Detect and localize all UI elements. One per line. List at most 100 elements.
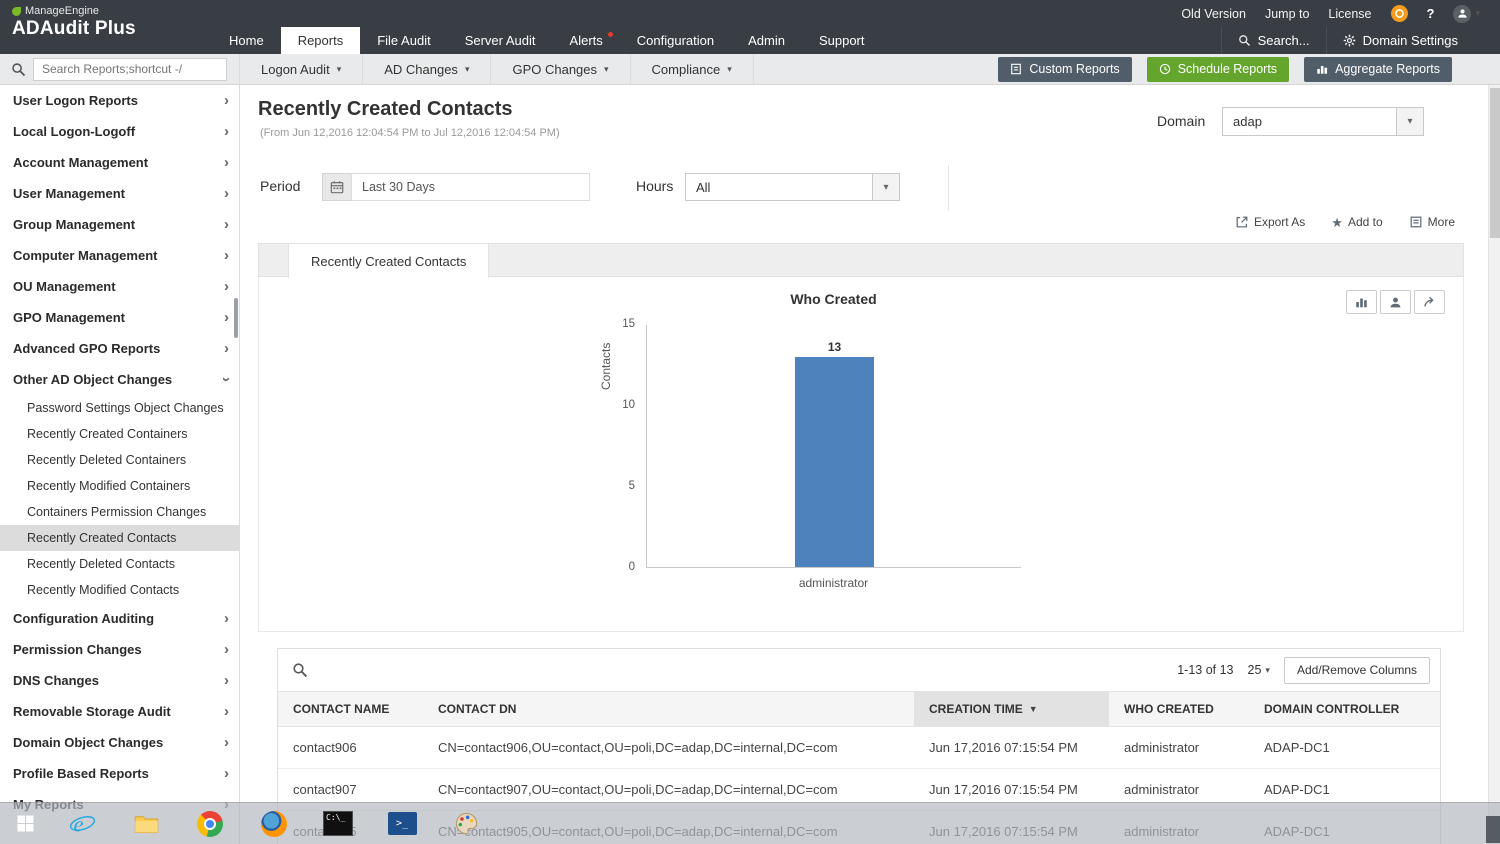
sidebar-subitem-recently-modified-contacts[interactable]: Recently Modified Contacts xyxy=(0,577,239,603)
sidebar-item-user-logon-reports[interactable]: User Logon Reports › xyxy=(0,85,239,116)
nav-reports[interactable]: Reports xyxy=(280,27,361,54)
sidebar-item-permission-changes[interactable]: Permission Changes › xyxy=(0,634,239,665)
sidebar-item-dns-changes[interactable]: DNS Changes › xyxy=(0,665,239,696)
sidebar-subitem-password-settings-object-changes[interactable]: Password Settings Object Changes xyxy=(0,395,239,421)
tab-recently-created-contacts[interactable]: Recently Created Contacts xyxy=(288,243,490,278)
chrome-icon[interactable] xyxy=(178,803,242,844)
menu-ad-changes[interactable]: AD Changes ▾ xyxy=(363,54,492,84)
old-version-link[interactable]: Old Version xyxy=(1181,7,1246,21)
main-nav: Home Reports File Audit Server Audit Ale… xyxy=(212,27,882,54)
sidebar-subitem-containers-permission-changes[interactable]: Containers Permission Changes xyxy=(0,499,239,525)
nav-support[interactable]: Support xyxy=(802,27,882,54)
sidebar-item-removable-storage-audit[interactable]: Removable Storage Audit › xyxy=(0,696,239,727)
menu-gpo-changes[interactable]: GPO Changes ▾ xyxy=(491,54,631,84)
sidebar-scrollbar-thumb[interactable] xyxy=(234,298,238,338)
sidebar-item-computer-management[interactable]: Computer Management › xyxy=(0,240,239,271)
sidebar-subgroup-other-ad-object-changes: Password Settings Object Changes Recentl… xyxy=(0,395,239,603)
page-size-select[interactable]: 25 ▾ xyxy=(1248,663,1270,677)
col-header-contact-dn[interactable]: CONTACT DN xyxy=(423,692,914,726)
sidebar-item-local-logon-logoff[interactable]: Local Logon-Logoff › xyxy=(0,116,239,147)
sidebar-item-domain-object-changes[interactable]: Domain Object Changes › xyxy=(0,727,239,758)
chart-export-button[interactable] xyxy=(1414,290,1445,314)
table-row[interactable]: contact906 CN=contact906,OU=contact,OU=p… xyxy=(278,727,1440,769)
nav-file-audit[interactable]: File Audit xyxy=(360,27,447,54)
sidebar-item-advanced-gpo-reports[interactable]: Advanced GPO Reports › xyxy=(0,333,239,364)
license-link[interactable]: License xyxy=(1328,7,1371,21)
x-category-label: administrator xyxy=(798,576,869,590)
chevron-right-icon: › xyxy=(224,340,229,357)
nav-admin[interactable]: Admin xyxy=(731,27,802,54)
jump-to-link[interactable]: Jump to xyxy=(1265,7,1309,21)
support-icon[interactable] xyxy=(1390,5,1408,22)
sidebar-item-account-management[interactable]: Account Management › xyxy=(0,147,239,178)
hours-select[interactable]: All ▾ xyxy=(685,173,900,201)
command-prompt-icon[interactable]: C:\_ xyxy=(306,803,370,844)
table-toolbar: 1-13 of 13 25 ▾ Add/Remove Columns xyxy=(278,649,1440,691)
chart-type-button[interactable] xyxy=(1346,290,1377,314)
col-header-domain-controller[interactable]: DOMAIN CONTROLLER xyxy=(1249,692,1440,726)
nav-server-audit[interactable]: Server Audit xyxy=(448,27,553,54)
export-as-button[interactable]: Export As xyxy=(1235,215,1305,229)
chart-user-filter-button[interactable] xyxy=(1380,290,1411,314)
page-scrollbar-thumb[interactable] xyxy=(1490,88,1500,238)
sidebar-subitem-recently-created-containers[interactable]: Recently Created Containers xyxy=(0,421,239,447)
sidebar-item-gpo-management[interactable]: GPO Management › xyxy=(0,302,239,333)
add-to-button[interactable]: ★ Add to xyxy=(1331,215,1382,229)
file-explorer-icon[interactable] xyxy=(114,803,178,844)
help-icon[interactable]: ? xyxy=(1427,6,1435,21)
col-header-who-created[interactable]: WHO CREATED xyxy=(1109,692,1249,726)
chevron-right-icon: › xyxy=(224,216,229,233)
cell-domain-controller: ADAP-DC1 xyxy=(1264,740,1330,755)
col-header-contact-name[interactable]: CONTACT NAME xyxy=(278,692,423,726)
sidebar-item-user-management[interactable]: User Management › xyxy=(0,178,239,209)
powershell-icon[interactable]: >_ xyxy=(370,803,434,844)
add-remove-columns-button[interactable]: Add/Remove Columns xyxy=(1283,656,1430,684)
sidebar-subitem-recently-modified-containers[interactable]: Recently Modified Containers xyxy=(0,473,239,499)
table-search-icon[interactable] xyxy=(292,662,308,678)
report-action-buttons: Custom Reports Schedule Reports Aggregat… xyxy=(998,56,1452,82)
calendar-button[interactable] xyxy=(322,173,352,201)
menu-compliance[interactable]: Compliance ▾ xyxy=(631,54,754,84)
col-header-creation-time[interactable]: CREATION TIME ▼ xyxy=(914,692,1109,726)
chevron-down-icon: ▾ xyxy=(727,63,732,74)
sidebar-subitem-recently-deleted-contacts[interactable]: Recently Deleted Contacts xyxy=(0,551,239,577)
report-page-icon xyxy=(1011,63,1022,75)
chevron-right-icon: › xyxy=(224,610,229,627)
custom-reports-button[interactable]: Custom Reports xyxy=(998,56,1132,82)
bar-administrator[interactable]: 13 xyxy=(795,340,874,567)
user-menu[interactable]: ▾ xyxy=(1453,4,1480,23)
domain-select[interactable]: adap ▾ xyxy=(1222,107,1424,136)
chevron-right-icon: › xyxy=(224,154,229,171)
header-search-button[interactable]: Search... xyxy=(1220,27,1326,54)
sidebar-subitem-recently-created-contacts[interactable]: Recently Created Contacts xyxy=(0,525,239,551)
scrollbar-bottom-nub[interactable] xyxy=(1486,816,1500,843)
domain-settings-button[interactable]: Domain Settings xyxy=(1325,27,1474,54)
windows-logo-icon xyxy=(17,815,33,832)
sidebar-item-group-management[interactable]: Group Management › xyxy=(0,209,239,240)
table-header-row: CONTACT NAME CONTACT DN CREATION TIME ▼ W… xyxy=(278,691,1440,727)
nav-configuration[interactable]: Configuration xyxy=(620,27,731,54)
nav-alerts[interactable]: Alerts xyxy=(553,27,620,54)
sidebar-item-other-ad-object-changes[interactable]: Other AD Object Changes › xyxy=(0,364,239,395)
app-logo[interactable]: ManageEngine ADAudit Plus xyxy=(12,5,217,40)
sidebar-subitem-recently-deleted-containers[interactable]: Recently Deleted Containers xyxy=(0,447,239,473)
chart-panel: Who Created Contacts 15 10 5 0 13 admini… xyxy=(258,277,1464,632)
clock-icon xyxy=(1159,63,1170,75)
page-scrollbar[interactable] xyxy=(1488,85,1500,844)
more-button[interactable]: More xyxy=(1409,215,1455,229)
internet-explorer-icon[interactable]: e xyxy=(50,803,114,844)
sidebar-item-ou-management[interactable]: OU Management › xyxy=(0,271,239,302)
chart-toolbar xyxy=(1346,290,1445,314)
sidebar-item-configuration-auditing[interactable]: Configuration Auditing › xyxy=(0,603,239,634)
nav-home[interactable]: Home xyxy=(212,27,281,54)
start-button[interactable] xyxy=(0,803,50,844)
sidebar-item-profile-based-reports[interactable]: Profile Based Reports › xyxy=(0,758,239,789)
paint-icon[interactable] xyxy=(434,803,498,844)
period-input[interactable] xyxy=(351,173,590,201)
report-search-input[interactable] xyxy=(33,57,227,81)
firefox-icon[interactable] xyxy=(242,803,306,844)
schedule-reports-button[interactable]: Schedule Reports xyxy=(1146,56,1290,82)
export-icon xyxy=(1236,216,1248,228)
menu-logon-audit[interactable]: Logon Audit ▾ xyxy=(239,54,364,84)
aggregate-reports-button[interactable]: Aggregate Reports xyxy=(1304,56,1452,82)
